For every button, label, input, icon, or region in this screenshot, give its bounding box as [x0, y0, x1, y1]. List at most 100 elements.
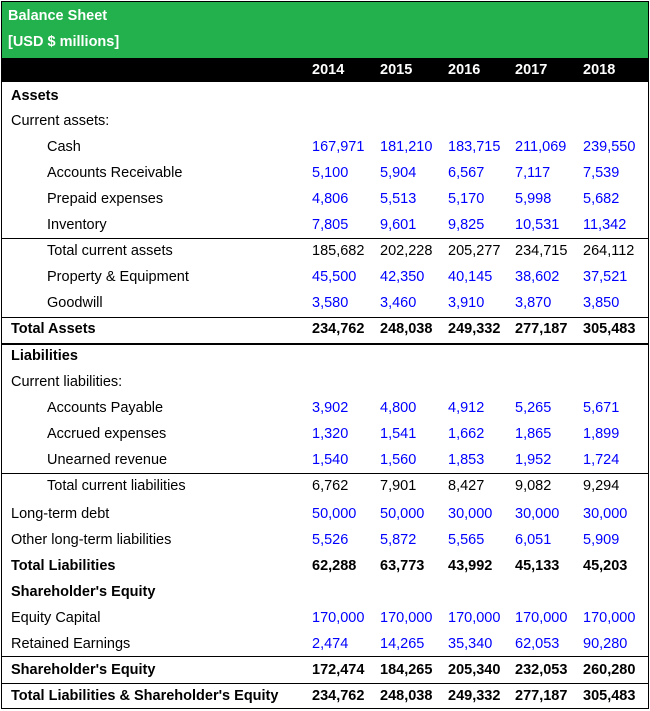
table-row: Inventory 7,805 9,601 9,825 10,531 11,342: [2, 213, 648, 239]
value-cell: 181,210: [380, 139, 433, 155]
value-cell: 248,038: [380, 688, 433, 704]
value-cell: 4,806: [312, 191, 349, 207]
row-label: Accounts Payable: [47, 400, 164, 416]
value-cell: 234,762: [312, 321, 365, 337]
table-row: Shareholder's Equity: [2, 580, 648, 606]
value-cell: 3,460: [380, 295, 417, 311]
value-cell: 7,805: [312, 217, 349, 233]
value-cell: 50,000: [380, 506, 425, 522]
value-cell: 62,288: [312, 558, 357, 574]
value-cell: 10,531: [515, 217, 560, 233]
value-cell: 1,662: [448, 426, 485, 442]
value-cell: 4,800: [380, 400, 417, 416]
value-cell: 5,265: [515, 400, 552, 416]
value-cell: 45,203: [583, 558, 628, 574]
table-row: Property & Equipment 45,500 42,350 40,145 38…: [2, 265, 648, 291]
value-cell: 5,998: [515, 191, 552, 207]
value-cell: 8,427: [448, 478, 485, 494]
value-cell: 40,145: [448, 269, 493, 285]
value-cell: 30,000: [448, 506, 493, 522]
row-label: Other long-term liabilities: [11, 532, 172, 548]
year-header: 2017: [515, 62, 548, 78]
value-cell: 1,724: [583, 452, 620, 468]
row-label: Total current assets: [47, 243, 173, 259]
table-row: Prepaid expenses 4,806 5,513 5,170 5,998 5,68…: [2, 187, 648, 213]
row-label: Current assets:: [11, 113, 110, 129]
value-cell: 3,902: [312, 400, 349, 416]
value-cell: 4,912: [448, 400, 485, 416]
value-cell: 167,971: [312, 139, 365, 155]
table-row: Total Liabilities & Shareholder's Equity…: [2, 684, 648, 710]
row-label: Accrued expenses: [47, 426, 167, 442]
value-cell: 170,000: [380, 610, 433, 626]
value-cell: 5,170: [448, 191, 485, 207]
value-cell: 260,280: [583, 662, 636, 678]
table-row: Total current liabilities 6,762 7,901 8,427…: [2, 474, 648, 500]
row-label: Liabilities: [11, 348, 78, 364]
value-cell: 1,865: [515, 426, 552, 442]
value-cell: 5,904: [380, 165, 417, 181]
value-cell: 62,053: [515, 636, 560, 652]
table-row: Total Assets 234,762 248,038 249,332 277,187…: [2, 317, 648, 343]
row-label: Current liabilities:: [11, 374, 123, 390]
table-row: Total Liabilities 62,288 63,773 43,992 45,13…: [2, 554, 648, 580]
value-cell: 37,521: [583, 269, 628, 285]
row-divider: [2, 238, 648, 239]
value-cell: 5,671: [583, 400, 620, 416]
value-cell: 185,682: [312, 243, 365, 259]
value-cell: 7,117: [515, 165, 551, 181]
value-cell: 305,483: [583, 688, 636, 704]
table-row: Retained Earnings 2,474 14,265 35,340 62,053…: [2, 632, 648, 658]
sheet-subtitle: [USD $ millions]: [8, 34, 120, 50]
row-label: Assets: [11, 88, 59, 104]
year-header: 2014: [312, 62, 345, 78]
value-cell: 5,100: [312, 165, 349, 181]
value-cell: 30,000: [515, 506, 560, 522]
value-cell: 170,000: [583, 610, 636, 626]
row-divider: [2, 473, 648, 474]
table-row: Current assets:: [2, 109, 648, 135]
row-label: Prepaid expenses: [47, 191, 164, 207]
value-cell: 9,825: [448, 217, 485, 233]
row-label: Shareholder's Equity: [11, 662, 156, 678]
value-cell: 2,474: [312, 636, 349, 652]
value-cell: 170,000: [312, 610, 365, 626]
value-cell: 45,133: [515, 558, 560, 574]
table-row: Accounts Payable 3,902 4,800 4,912 5,265 5,67…: [2, 396, 648, 422]
row-label: Long-term debt: [11, 506, 110, 522]
row-divider: [2, 683, 648, 684]
sheet-title: Balance Sheet: [8, 8, 108, 24]
value-cell: 11,342: [583, 217, 627, 233]
value-cell: 6,762: [312, 478, 349, 494]
table-row: Shareholder's Equity 172,474 184,265 205,34…: [2, 658, 648, 684]
balance-sheet: Balance Sheet [USD $ millions] 2014 2015…: [1, 1, 649, 709]
value-cell: 234,762: [312, 688, 365, 704]
value-cell: 234,715: [515, 243, 568, 259]
row-label: Retained Earnings: [11, 636, 131, 652]
year-header: 2018: [583, 62, 616, 78]
row-divider: [2, 317, 648, 318]
value-cell: 305,483: [583, 321, 636, 337]
value-cell: 38,602: [515, 269, 560, 285]
value-cell: 14,265: [380, 636, 425, 652]
value-cell: 202,228: [380, 243, 433, 259]
row-label: Cash: [47, 139, 81, 155]
row-divider: [2, 656, 648, 657]
value-cell: 7,901: [380, 478, 417, 494]
value-cell: 6,051: [515, 532, 552, 548]
row-label: Property & Equipment: [47, 269, 189, 285]
row-label: Goodwill: [47, 295, 103, 311]
value-cell: 1,853: [448, 452, 485, 468]
value-cell: 90,280: [583, 636, 628, 652]
value-cell: 183,715: [448, 139, 501, 155]
table-row: Liabilities: [2, 344, 648, 370]
row-label: Total Assets: [11, 321, 96, 337]
table-row: Accrued expenses 1,320 1,541 1,662 1,865 1,89…: [2, 422, 648, 448]
value-cell: 9,294: [583, 478, 620, 494]
value-cell: 63,773: [380, 558, 425, 574]
table-row: Long-term debt 50,000 50,000 30,000 30,000 30…: [2, 502, 648, 528]
table-row: Accounts Receivable 5,100 5,904 6,567 7,117 7…: [2, 161, 648, 187]
row-label: Total current liabilities: [47, 478, 186, 494]
table-row: Cash 167,971 181,210 183,715 211,069 239,550: [2, 135, 648, 161]
value-cell: 3,910: [448, 295, 485, 311]
